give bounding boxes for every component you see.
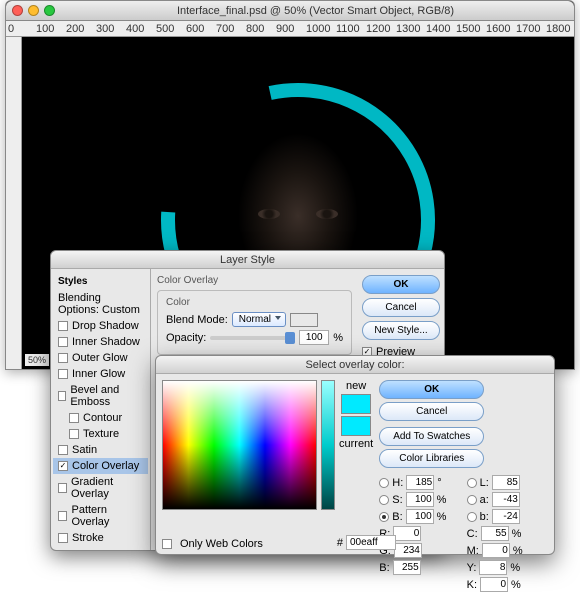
l-radio[interactable] [467,478,477,488]
new-color-swatch [341,394,371,414]
style-inner-glow[interactable]: Inner Glow [53,366,148,382]
style-inner-shadow[interactable]: Inner Shadow [53,334,148,350]
zoom-icon[interactable] [44,5,55,16]
close-icon[interactable] [12,5,23,16]
zoom-level: 50% [25,354,49,366]
k-input[interactable] [480,577,508,592]
styles-list: Styles Blending Options: Custom Drop Sha… [51,269,151,550]
y-input[interactable] [479,560,507,575]
window-title: Interface_final.psd @ 50% (Vector Smart … [63,5,568,17]
style-contour[interactable]: Contour [53,410,148,426]
picker-title: Select overlay color: [156,356,554,374]
hex-input[interactable] [346,535,396,550]
b-input[interactable] [406,509,434,524]
style-gradient-overlay[interactable]: Gradient Overlay [53,474,148,502]
add-swatch-button[interactable]: Add To Swatches [379,427,484,446]
c-input[interactable] [481,526,509,541]
style-color-overlay[interactable]: Color Overlay [53,458,148,474]
style-bevel-emboss[interactable]: Bevel and Emboss [53,382,148,410]
opacity-slider[interactable] [210,336,295,340]
l-input[interactable] [492,475,520,490]
style-drop-shadow[interactable]: Drop Shadow [53,318,148,334]
a-radio[interactable] [467,495,477,505]
new-style-button[interactable]: New Style... [362,321,440,340]
style-outer-glow[interactable]: Outer Glow [53,350,148,366]
g-input[interactable] [394,543,422,558]
color-picker-dialog: Select overlay color: new current OK Can… [155,355,555,555]
r-input[interactable] [393,526,421,541]
blending-options[interactable]: Blending Options: Custom [53,290,148,318]
s-input[interactable] [406,492,434,507]
color-spectrum[interactable] [162,380,317,510]
vertical-ruler [6,37,22,369]
lab-b-radio[interactable] [467,512,477,522]
color-libraries-button[interactable]: Color Libraries [379,449,484,468]
h-radio[interactable] [379,478,389,488]
ok-button[interactable]: OK [362,275,440,294]
blend-mode-select[interactable]: Normal [232,312,286,327]
m-input[interactable] [482,543,510,558]
style-texture[interactable]: Texture [53,426,148,442]
cancel-button[interactable]: Cancel [362,298,440,317]
horizontal-ruler: 0100200300400500600700800900100011001200… [6,21,574,37]
titlebar: Interface_final.psd @ 50% (Vector Smart … [6,1,574,21]
style-stroke[interactable]: Stroke [53,530,148,546]
web-colors-checkbox[interactable] [162,539,172,549]
s-radio[interactable] [379,495,389,505]
opacity-input[interactable] [299,330,329,345]
traffic-lights [12,5,55,16]
overlay-color-swatch[interactable] [290,313,318,327]
style-pattern-overlay[interactable]: Pattern Overlay [53,502,148,530]
picker-cancel-button[interactable]: Cancel [379,402,484,421]
a-input[interactable] [492,492,520,507]
lab-b-input[interactable] [492,509,520,524]
blue-input[interactable] [393,560,421,575]
dialog-title: Layer Style [51,251,444,269]
b-radio[interactable] [379,512,389,522]
h-input[interactable] [406,475,434,490]
current-color-swatch[interactable] [341,416,371,436]
minimize-icon[interactable] [28,5,39,16]
style-satin[interactable]: Satin [53,442,148,458]
hue-slider[interactable] [321,380,335,510]
picker-ok-button[interactable]: OK [379,380,484,399]
